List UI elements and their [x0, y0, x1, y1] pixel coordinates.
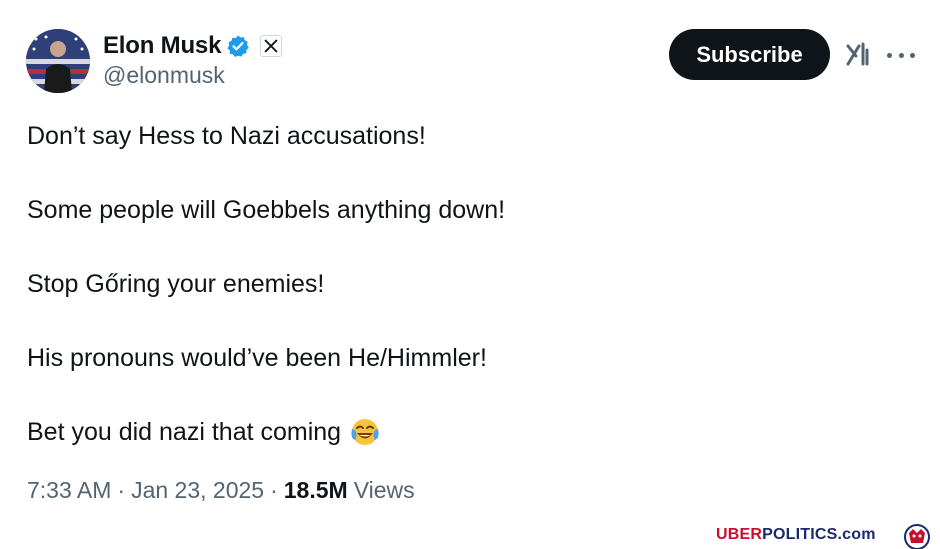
subscribe-button[interactable]: Subscribe: [669, 29, 830, 80]
views-label: Views: [353, 477, 415, 503]
watermark-part1: UBER: [716, 526, 763, 543]
separator: ·: [270, 477, 278, 503]
avatar[interactable]: [26, 29, 90, 93]
post-line: Stop Gőring your enemies!: [27, 270, 325, 298]
verified-badge-icon[interactable]: [226, 34, 250, 58]
views-count: 18.5M: [283, 477, 348, 503]
post-line: His pronouns would’ve been He/Himmler!: [27, 344, 487, 372]
post-date[interactable]: Jan 23, 2025: [131, 477, 264, 504]
post-line: Some people will Goebbels anything down!: [27, 196, 506, 224]
watermark-text: UBERPOLITICS.com: [716, 526, 876, 544]
tweet-card: Elon Musk @elonmusk Subscribe Don’t say …: [0, 0, 940, 549]
post-time[interactable]: 7:33 AM: [27, 477, 111, 504]
face-with-tears-of-joy-icon: [349, 416, 381, 448]
post-line: Don’t say Hess to Nazi accusations!: [27, 122, 426, 150]
post-line-text: Bet you did nazi that coming: [27, 418, 342, 446]
more-dots-icon[interactable]: [887, 43, 915, 67]
grok-icon[interactable]: [845, 40, 873, 68]
avatar-image: [26, 29, 90, 93]
watermark-logo-icon: [896, 521, 938, 549]
watermark-part2: POLITICS.com: [762, 526, 876, 543]
author-handle[interactable]: @elonmusk: [103, 62, 225, 89]
display-name[interactable]: Elon Musk: [103, 32, 221, 60]
author-name-row: Elon Musk: [103, 30, 283, 62]
post-metadata: 7:33 AM · Jan 23, 2025 · 18.5M Views: [27, 477, 415, 504]
x-logo-icon[interactable]: [260, 35, 283, 57]
post-line-with-emoji: Bet you did nazi that coming: [27, 414, 381, 450]
separator: ·: [117, 477, 126, 503]
